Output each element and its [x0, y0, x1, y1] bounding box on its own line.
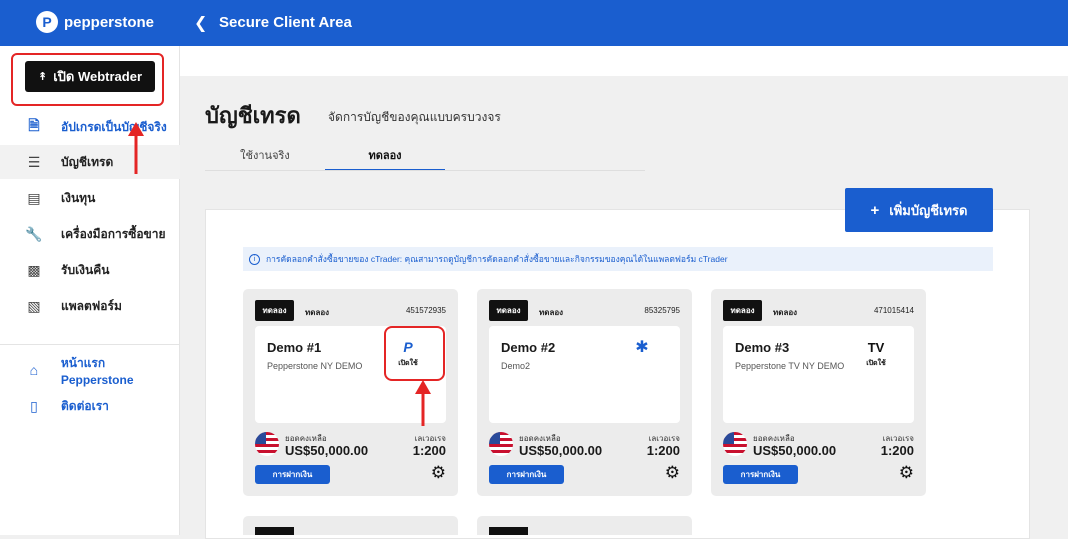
gear-icon[interactable]: ⚙	[665, 464, 680, 481]
balance-value: US$50,000.00	[285, 443, 369, 458]
page-subtitle: จัดการบัญชีของคุณแบบครบวงจร	[328, 110, 501, 124]
sidebar-item-label: บัญชีเทรด	[61, 154, 114, 169]
tradingview-icon: TV	[867, 339, 885, 355]
balance-value: US$50,000.00	[753, 443, 837, 458]
account-type: ทดลอง	[773, 308, 798, 317]
balance-value: US$50,000.00	[519, 443, 603, 458]
platform-launch-button[interactable]: TV เปิดใช้	[852, 338, 900, 374]
platform-launch-label: เปิดใช้	[866, 360, 886, 367]
chevron-left-icon[interactable]: ❮	[194, 13, 207, 33]
platform-launch-button[interactable]: ✱	[618, 338, 666, 374]
add-trading-account-button[interactable]: + เพิ่มบัญชีเทรด	[845, 188, 993, 232]
account-name: Demo #2	[501, 340, 556, 355]
deposit-button[interactable]: การฝากเงิน	[255, 465, 330, 484]
us-flag-icon	[489, 432, 513, 456]
gear-icon[interactable]: ⚙	[899, 464, 914, 481]
account-type: ทดลอง	[305, 308, 330, 317]
wallet-icon: ▤	[27, 189, 41, 206]
sidebar-item-contact-us[interactable]: ▯ ติดต่อเรา	[0, 389, 180, 423]
sidebar-item-upgrade[interactable]: 🗎 อัปเกรดเป็นบัญชีจริง	[0, 110, 180, 144]
bar-chart-icon: ▧	[27, 297, 41, 314]
highlight-box-webtrader	[11, 53, 164, 106]
account-status-badge: ทดลอง	[723, 300, 762, 321]
leverage-value: 1:200	[880, 443, 914, 458]
page-header-title: Secure Client Area	[219, 14, 352, 31]
brand-logo[interactable]: P pepperstone	[36, 11, 154, 33]
leverage-value: 1:200	[646, 443, 680, 458]
account-status-badge: ทดลอง	[255, 300, 294, 321]
pepperstone-logo-icon: P	[36, 11, 58, 33]
top-bar: P pepperstone ❮ Secure Client Area	[0, 0, 1068, 46]
sidebar: ↟ เปิด Webtrader 🗎 อัปเกรดเป็นบัญชีจริง …	[0, 46, 180, 535]
wrench-icon: 🔧	[25, 225, 43, 242]
page-title: บัญชีเทรด	[205, 103, 301, 128]
account-card-body: Demo #2 Demo2 ✱	[489, 326, 680, 423]
account-status-badge: ทดลอง	[489, 300, 528, 321]
us-flag-icon	[723, 432, 747, 456]
account-card-body: Demo #3 Pepperstone TV NY DEMO TV เปิดใช…	[723, 326, 914, 423]
layers-icon: ☰	[27, 153, 41, 170]
info-icon: i	[249, 253, 260, 265]
sidebar-item-label: เครื่องมือการซื้อขาย	[61, 226, 166, 241]
highlight-box-platform	[384, 326, 445, 381]
phone-icon: ▯	[30, 397, 38, 414]
account-type: ทดลอง	[539, 308, 564, 317]
account-name: Demo #1	[267, 340, 322, 355]
metatrader-icon: ✱	[635, 339, 649, 356]
sidebar-divider	[0, 344, 180, 345]
sidebar-item-label: รับเงินคืน	[61, 262, 110, 277]
sidebar-item-label: อัปเกรดเป็นบัญชีจริง	[61, 119, 167, 134]
sidebar-item-trading-accounts[interactable]: ☰ บัญชีเทรด	[0, 145, 180, 179]
account-card-demo-2: ทดลอง ทดลอง 85325795 Demo #2 Demo2 ✱ ยอด…	[477, 289, 692, 496]
leverage-value: 1:200	[412, 443, 446, 458]
plus-icon: +	[870, 201, 880, 219]
account-status-badge	[255, 527, 294, 535]
deposit-button[interactable]: การฝากเงิน	[489, 465, 564, 484]
sidebar-item-label: เงินทุน	[61, 190, 96, 205]
sidebar-item-label: ติดต่อเรา	[61, 398, 109, 413]
account-server: Pepperstone NY DEMO	[267, 361, 363, 371]
document-icon: 🗎	[28, 117, 40, 133]
info-banner: i การคัดลอกคำสั่งซื้อขายของ cTrader: คุณ…	[243, 247, 993, 271]
info-text: การคัดลอกคำสั่งซื้อขายของ cTrader: คุณสา…	[266, 254, 728, 264]
account-card-partial	[243, 516, 458, 535]
brand-name: pepperstone	[64, 13, 155, 31]
content-header-strip	[180, 46, 1068, 76]
account-card-demo-3: ทดลอง ทดลอง 471015414 Demo #3 Pepperston…	[711, 289, 926, 496]
sidebar-item-funds[interactable]: ▤ เงินทุน	[0, 181, 180, 215]
account-server: Pepperstone TV NY DEMO	[735, 361, 845, 371]
sidebar-item-rebates[interactable]: ▩ รับเงินคืน	[0, 253, 180, 287]
deposit-button[interactable]: การฝากเงิน	[723, 465, 798, 484]
tab-demo[interactable]: ทดลอง	[325, 146, 445, 171]
gear-icon[interactable]: ⚙	[431, 464, 446, 481]
sidebar-item-trading-tools[interactable]: 🔧 เครื่องมือการซื้อขาย	[0, 217, 180, 251]
account-status-badge	[489, 527, 528, 535]
account-server: Demo2	[501, 361, 531, 371]
home-icon: ⌂	[29, 362, 39, 378]
tab-live[interactable]: ใช้งานจริง	[205, 146, 325, 171]
add-account-label: เพิ่มบัญชีเทรด	[889, 202, 968, 218]
account-name: Demo #3	[735, 340, 790, 355]
account-card-partial	[477, 516, 692, 535]
sidebar-item-pepperstone-home[interactable]: ⌂ หน้าแรก Pepperstone	[0, 353, 180, 387]
user-card-icon: ▩	[27, 261, 41, 278]
sidebar-item-label: หน้าแรก Pepperstone	[60, 355, 134, 387]
us-flag-icon	[255, 432, 279, 456]
sidebar-item-platforms[interactable]: ▧ แพลตฟอร์ม	[0, 289, 180, 323]
arrow-up-icon	[128, 122, 144, 174]
arrow-up-icon	[415, 380, 431, 426]
account-number: 85325795	[644, 306, 680, 315]
sidebar-item-label: แพลตฟอร์ม	[61, 298, 122, 313]
tabs-underline	[205, 170, 645, 171]
account-number: 451572935	[405, 306, 446, 315]
account-number: 471015414	[873, 306, 914, 315]
